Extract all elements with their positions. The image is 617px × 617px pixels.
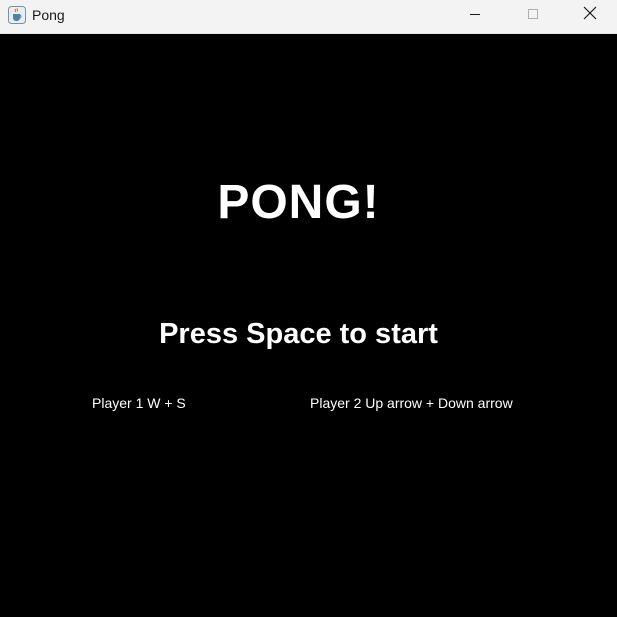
maximize-icon: [527, 7, 539, 25]
close-button[interactable]: [562, 0, 617, 31]
player2-controls-label: Player 2 Up arrow + Down arrow: [310, 395, 513, 411]
start-prompt: Press Space to start: [159, 318, 438, 350]
player1-controls-label: Player 1 W + S: [92, 395, 186, 411]
minimize-icon: [469, 7, 481, 25]
close-icon: [583, 6, 597, 25]
window-title: Pong: [32, 7, 65, 23]
app-window: Pong PONG! Press Space to start Player 1…: [0, 0, 617, 617]
game-title: PONG!: [217, 176, 380, 229]
title-bar[interactable]: Pong: [0, 0, 617, 34]
maximize-button[interactable]: [504, 0, 562, 31]
game-canvas[interactable]: PONG! Press Space to start Player 1 W + …: [0, 34, 617, 617]
minimize-button[interactable]: [446, 0, 504, 31]
java-cup-icon: [8, 6, 26, 24]
